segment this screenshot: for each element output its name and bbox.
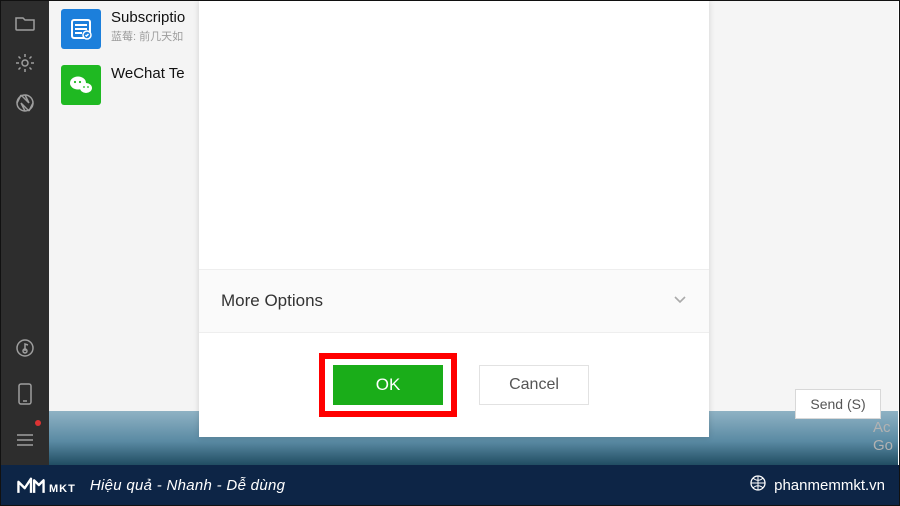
contact-title: WeChat Te: [111, 65, 185, 82]
watermark-text: Ac Go: [873, 419, 893, 455]
music-icon[interactable]: [1, 330, 49, 366]
send-dialog: More Options OK Cancel: [199, 1, 709, 437]
dialog-body: [199, 1, 709, 269]
banner-tagline: Hiệu quả - Nhanh - Dễ dùng: [90, 477, 285, 494]
aperture-icon[interactable]: [1, 85, 49, 121]
ok-button-highlight: OK: [319, 353, 457, 417]
more-options-row[interactable]: More Options: [199, 269, 709, 333]
contact-title: Subscriptio: [111, 9, 185, 26]
more-options-label: More Options: [221, 291, 323, 311]
logo-text: MKT: [49, 483, 76, 495]
ok-button[interactable]: OK: [333, 365, 443, 405]
send-button[interactable]: Send (S): [795, 389, 881, 419]
footer-banner: MKT Hiệu quả - Nhanh - Dễ dùng phanmemmk…: [1, 465, 899, 505]
left-nav-rail: [1, 1, 49, 466]
mkt-logo-icon: MKT: [15, 474, 76, 496]
chevron-down-icon: [673, 292, 687, 310]
menu-icon[interactable]: [1, 422, 49, 458]
globe-icon: [750, 475, 766, 495]
dialog-footer: OK Cancel: [199, 333, 709, 437]
wechat-avatar-icon: [61, 65, 101, 105]
banner-site: phanmemmkt.vn: [774, 477, 885, 494]
contact-subtitle: 蓝莓: 前几天如: [111, 28, 185, 44]
send-button-label: Send (S): [810, 396, 865, 412]
folder-icon[interactable]: [1, 5, 49, 41]
ok-button-label: OK: [376, 375, 401, 395]
subscriptions-avatar-icon: [61, 9, 101, 49]
cancel-button-label: Cancel: [509, 376, 559, 394]
gear-icon[interactable]: [1, 45, 49, 81]
cancel-button[interactable]: Cancel: [479, 365, 589, 405]
phone-icon[interactable]: [1, 376, 49, 412]
